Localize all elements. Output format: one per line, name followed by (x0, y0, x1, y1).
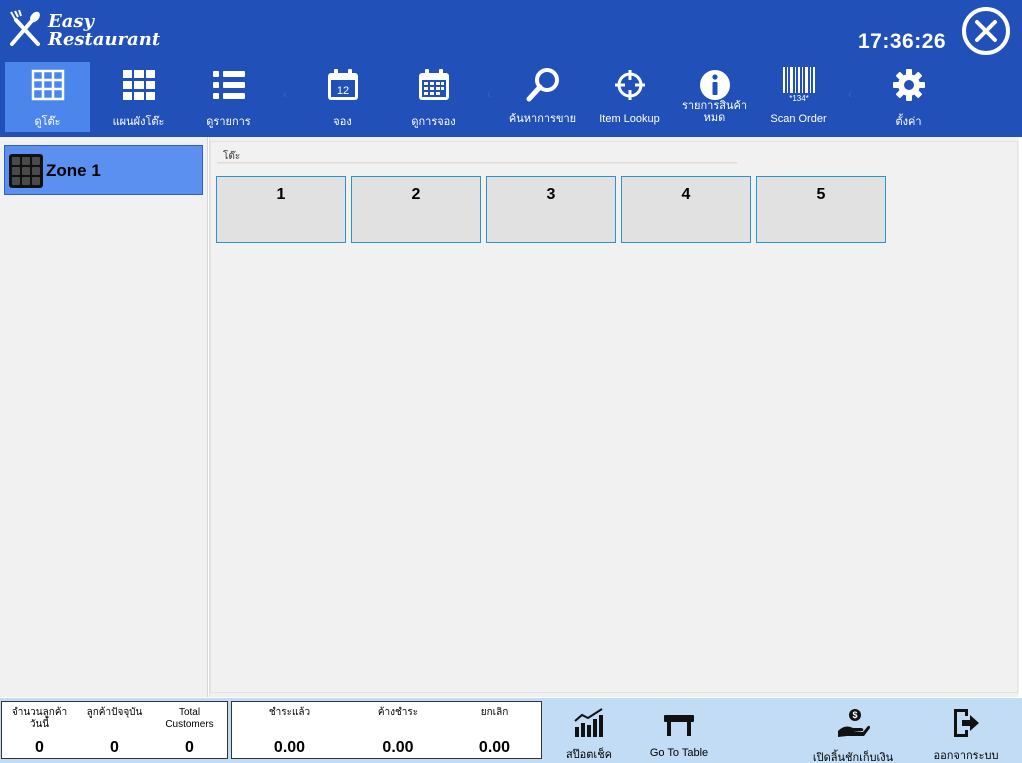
reserve-button[interactable]: 12 จอง (300, 62, 385, 132)
zone-item[interactable]: Zone 1 (4, 145, 203, 195)
app-logo: Easy Restaurant (8, 10, 160, 52)
settings-label: ตั้งค่า (895, 116, 922, 128)
stat-value: 0 (110, 739, 119, 756)
logout-label: ออกจากระบบ (933, 750, 999, 762)
stat-cancelled: ยกเลิก 0.00 (442, 702, 547, 758)
cash-hand-icon: $ (838, 709, 870, 737)
table-number: 1 (276, 186, 286, 203)
group-divider (217, 162, 737, 165)
spot-check-label: สป๊อตเช็ค (565, 749, 613, 761)
table-number: 4 (681, 186, 691, 203)
close-button[interactable] (962, 7, 1010, 55)
gear-icon (892, 69, 925, 101)
table-layout-label: แผนผังโต๊ะ (112, 116, 165, 128)
table-layout-button[interactable]: แผนผังโต๊ะ (96, 62, 181, 132)
stat-label: ค้างชำระ (377, 707, 419, 718)
toolbar-separator: ‹ (848, 87, 852, 101)
go-to-table-label: Go To Table (649, 747, 709, 759)
search-icon (526, 68, 559, 102)
bottom-bar: จำนวนลูกค้า วันนี้ 0 ลูกค้าปัจจุบัน 0 To… (0, 698, 1022, 763)
calendar-badge: 12 (336, 85, 348, 97)
stat-customers-today: จำนวนลูกค้า วันนี้ 0 (2, 702, 77, 758)
search-sales-button[interactable]: ค้นหาการขาย (500, 62, 585, 132)
stat-value: 0.00 (382, 739, 414, 756)
list-icon (212, 71, 245, 99)
settings-button[interactable]: ตั้งค่า (866, 62, 951, 132)
zone-grid-icon (9, 154, 43, 188)
close-icon (975, 20, 997, 42)
table-button[interactable]: 1 (216, 176, 346, 243)
table-number: 3 (546, 186, 556, 203)
barcode-icon: *134* (782, 67, 815, 103)
customer-stats-box: จำนวนลูกค้า วันนี้ 0 ลูกค้าปัจจุบัน 0 To… (1, 701, 228, 759)
calendar-month-icon (418, 69, 449, 100)
svg-text:$: $ (852, 710, 857, 720)
go-to-table-button[interactable]: Go To Table (638, 701, 720, 761)
zone-label: Zone 1 (46, 161, 101, 180)
view-tables-label: ดูโต๊ะ (34, 116, 61, 128)
scan-order-label: Scan Order (770, 113, 827, 125)
logout-icon (954, 709, 979, 737)
out-of-stock-button[interactable]: รายการสินค้า หมด (672, 62, 757, 132)
search-sales-label: ค้นหาการขาย (508, 113, 577, 125)
stat-outstanding: ค้างชำระ 0.00 (342, 702, 454, 758)
payment-stats-box: ชำระแล้ว 0.00 ค้างชำระ 0.00 ยกเลิก 0.00 (231, 701, 542, 759)
stat-value: 0 (35, 739, 44, 756)
calendar-day-icon: 12 (327, 69, 358, 100)
barcode-caption: *134* (789, 94, 809, 103)
stat-current-customers: ลูกค้าปัจจุบัน 0 (77, 702, 152, 758)
view-tables-button[interactable]: ดูโต๊ะ (5, 62, 90, 132)
stat-label: ชำระแล้ว (268, 707, 311, 718)
logout-button[interactable]: ออกจากระบบ (928, 701, 1004, 762)
clock: 17:36:26 (858, 30, 947, 53)
out-of-stock-label: รายการสินค้า หมด (681, 100, 748, 124)
table-button[interactable]: 5 (756, 176, 886, 243)
table-number: 2 (411, 186, 421, 203)
crosshair-icon (614, 70, 645, 100)
table-button[interactable]: 2 (351, 176, 481, 243)
stat-value: 0 (185, 739, 194, 756)
toolbar-separator: ‹ (283, 87, 287, 101)
toolbar-separator: ‹ (487, 87, 491, 101)
table-button[interactable]: 4 (621, 176, 751, 243)
scan-order-button[interactable]: *134* Scan Order (756, 62, 841, 132)
reserve-label: จอง (333, 116, 352, 128)
item-lookup-label: Item Lookup (599, 113, 660, 125)
stat-label: ยกเลิก (480, 707, 509, 718)
logo-text-line2: Restaurant (48, 29, 161, 50)
spot-check-button[interactable]: สป๊อตเช็ค (548, 701, 630, 761)
grid-large-icon (122, 70, 155, 100)
open-cash-drawer-button[interactable]: $ เปิดลิ้นชักเก็บเงิน (800, 701, 906, 763)
stat-label: ลูกค้าปัจจุบัน (86, 707, 143, 718)
tables-group: โต๊ะ 1 2 3 4 5 (210, 141, 1018, 693)
header-bar: Easy Restaurant 17:36:26 ดูโต๊ะ แผนผังโต… (0, 0, 1022, 137)
stat-label: Total Customers (165, 707, 214, 730)
tables-area: โต๊ะ 1 2 3 4 5 (209, 137, 1019, 697)
stat-total-customers: Total Customers 0 (152, 702, 227, 758)
fork-knife-icon (10, 10, 40, 46)
info-icon (699, 70, 730, 100)
zone-panel: Zone 1 (0, 137, 208, 697)
stat-paid: ชำระแล้ว 0.00 (232, 702, 347, 758)
table-number: 5 (816, 186, 826, 203)
open-cash-drawer-label: เปิดลิ้นชักเก็บเงิน (812, 752, 894, 763)
stat-value: 0.00 (478, 739, 511, 756)
view-reservations-label: ดูการจอง (411, 116, 456, 128)
table-button[interactable]: 3 (486, 176, 616, 243)
main-toolbar: ดูโต๊ะ แผนผังโต๊ะ ดูรายการ ‹ 12 จอง ดูกา… (0, 62, 1022, 134)
item-lookup-button[interactable]: Item Lookup (587, 62, 672, 132)
stat-value: 0.00 (273, 739, 306, 756)
table-icon (664, 715, 694, 736)
view-reservations-button[interactable]: ดูการจอง (391, 62, 476, 132)
view-items-label: ดูรายการ (206, 116, 251, 128)
view-items-button[interactable]: ดูรายการ (186, 62, 271, 132)
stat-label: จำนวนลูกค้า วันนี้ (11, 707, 68, 730)
grid-small-icon (31, 69, 64, 101)
chart-icon (574, 708, 603, 737)
